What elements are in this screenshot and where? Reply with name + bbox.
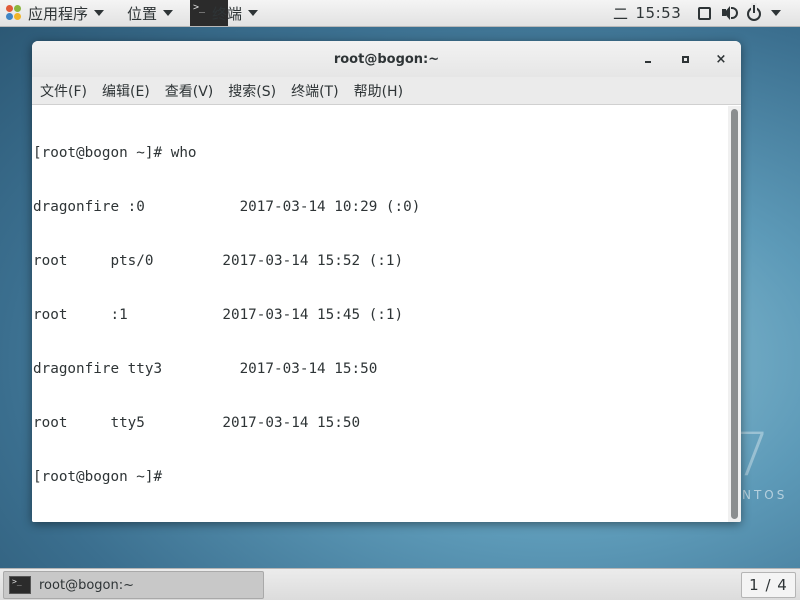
watermark-text: NTOS xyxy=(742,488,788,502)
taskbar-item-terminal[interactable]: >_ root@bogon:~ xyxy=(3,571,264,599)
window-title: root@bogon:~ xyxy=(333,51,440,67)
applications-menu-label: 应用程序 xyxy=(28,4,89,23)
taskbar-item-label: root@bogon:~ xyxy=(39,577,134,593)
terminal-line: [root@bogon ~]# who xyxy=(33,145,197,161)
terminal-scrollbar[interactable] xyxy=(728,106,741,522)
screen-icon xyxy=(698,6,711,20)
chevron-down-icon xyxy=(771,10,781,16)
menubar: 文件(F) 编辑(E) 查看(V) 搜索(S) 终端(T) 帮助(H) xyxy=(32,77,741,105)
terminal-prompt-line[interactable]: [root@bogon ~]# xyxy=(33,468,727,486)
scrollbar-thumb[interactable] xyxy=(731,109,738,519)
maximize-button[interactable] xyxy=(675,49,695,69)
terminal-line: root pts/0 2017-03-14 15:52 (:1) xyxy=(33,253,404,269)
terminal-line: dragonfire tty3 2017-03-14 15:50 xyxy=(33,361,378,377)
terminal-line: root :1 2017-03-14 15:45 (:1) xyxy=(33,307,404,323)
chevron-down-icon xyxy=(248,10,258,16)
workspace-indicator[interactable]: 1 / 4 xyxy=(741,572,796,598)
minimize-icon xyxy=(645,61,651,63)
menu-search[interactable]: 搜索(S) xyxy=(228,81,276,101)
bottom-panel: >_ root@bogon:~ 1 / 4 xyxy=(0,568,800,600)
terminal-window[interactable]: root@bogon:~ × 文件(F) 编辑(E) 查看(V) 搜索(S) 终… xyxy=(32,41,741,522)
terminal-output[interactable]: [root@bogon ~]# who dragonfire :0 2017-0… xyxy=(32,106,727,522)
menu-help[interactable]: 帮助(H) xyxy=(354,81,403,101)
maximize-icon xyxy=(681,55,689,63)
window-titlebar[interactable]: root@bogon:~ × xyxy=(32,41,741,77)
close-icon: × xyxy=(715,51,727,67)
chevron-down-icon xyxy=(163,10,174,16)
terminal-line: dragonfire :0 2017-03-14 10:29 (:0) xyxy=(33,199,421,215)
places-menu-label: 位置 xyxy=(127,4,158,23)
menu-view[interactable]: 查看(V) xyxy=(165,81,214,101)
minimize-button[interactable] xyxy=(638,49,658,69)
terminal-line: root tty5 2017-03-14 15:50 xyxy=(33,415,361,431)
input-method-indicator[interactable]: 二 xyxy=(613,3,629,24)
system-menu[interactable] xyxy=(698,0,781,26)
menu-edit[interactable]: 编辑(E) xyxy=(102,81,150,101)
terminal-app-menu[interactable]: >_ 终端 xyxy=(190,0,260,26)
terminal-app-menu-label: 终端 xyxy=(212,5,243,23)
power-icon xyxy=(747,5,761,21)
clock[interactable]: 二 15:53 xyxy=(613,0,681,26)
apps-icon xyxy=(6,5,22,21)
menu-file[interactable]: 文件(F) xyxy=(40,81,87,101)
applications-menu[interactable]: 应用程序 xyxy=(6,0,105,26)
clock-time: 15:53 xyxy=(635,4,682,22)
menu-terminal[interactable]: 终端(T) xyxy=(291,81,338,101)
top-panel: 应用程序 位置 >_ 终端 二 15:53 xyxy=(0,0,800,27)
places-menu[interactable]: 位置 xyxy=(127,0,174,26)
terminal-icon: >_ xyxy=(9,576,31,594)
volume-icon xyxy=(721,5,738,21)
close-button[interactable]: × xyxy=(711,49,731,69)
chevron-down-icon xyxy=(94,10,105,16)
